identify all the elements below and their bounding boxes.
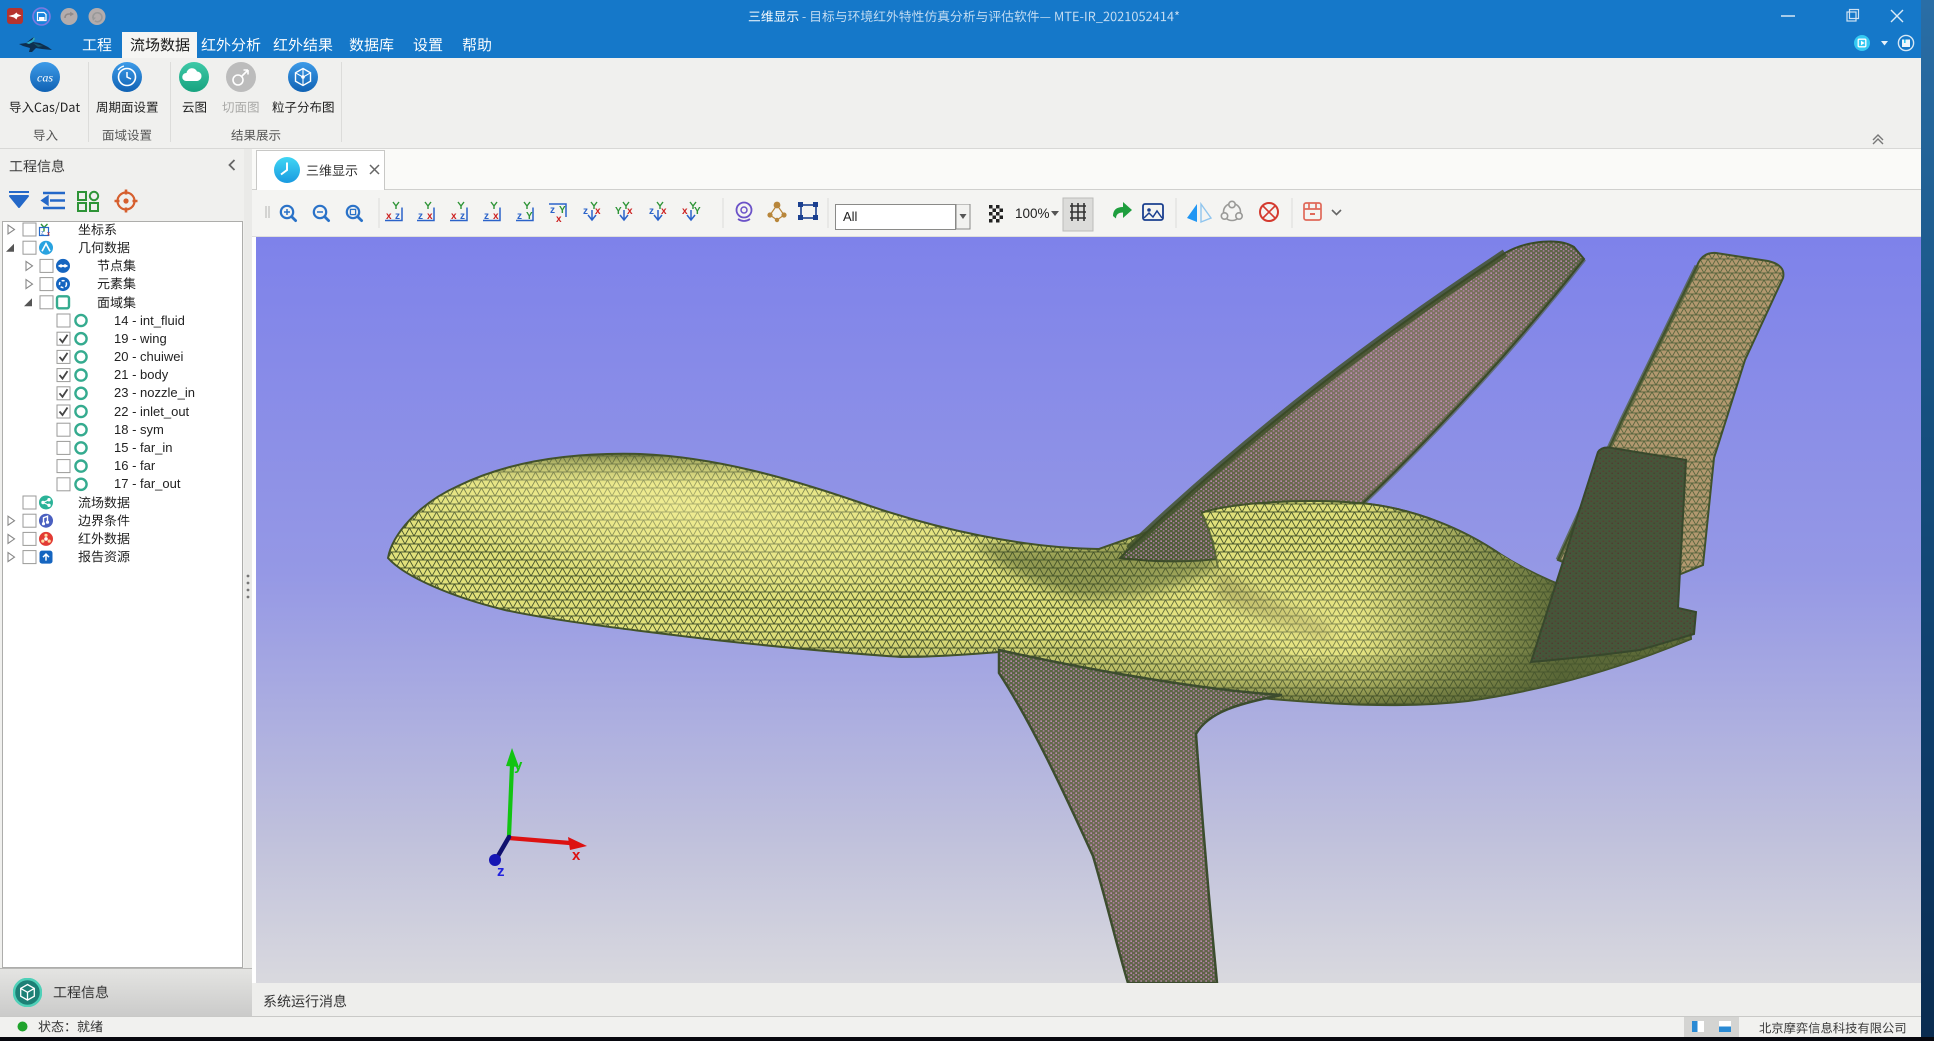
svg-text:cas: cas: [37, 71, 53, 85]
svg-text:x: x: [451, 211, 457, 222]
svg-text:x: x: [661, 206, 667, 217]
svg-text:x: x: [595, 206, 601, 217]
svg-text:x: x: [493, 211, 499, 222]
svg-text:Y: Y: [615, 206, 622, 217]
svg-text:x: x: [47, 232, 50, 238]
svg-text:x: x: [427, 211, 433, 222]
svg-text:Y: Y: [694, 206, 701, 217]
svg-text:z: z: [395, 211, 400, 222]
svg-text:z: z: [418, 211, 423, 222]
svg-text:z: z: [550, 205, 555, 216]
svg-text:x: x: [572, 847, 581, 864]
svg-text:100%: 100%: [1015, 206, 1050, 221]
svg-text:z: z: [583, 206, 588, 217]
svg-text:x: x: [556, 214, 562, 225]
svg-text:x: x: [682, 206, 688, 217]
svg-text:x: x: [386, 211, 392, 222]
svg-text:z: z: [497, 863, 505, 880]
svg-text:x: x: [627, 206, 633, 217]
svg-text:z: z: [517, 211, 522, 222]
svg-text:y: y: [514, 757, 523, 774]
svg-text:z: z: [460, 211, 465, 222]
svg-text:z: z: [649, 206, 654, 217]
svg-text:Y: Y: [526, 211, 533, 222]
svg-text:z: z: [484, 211, 489, 222]
svg-text:z: z: [41, 231, 44, 237]
